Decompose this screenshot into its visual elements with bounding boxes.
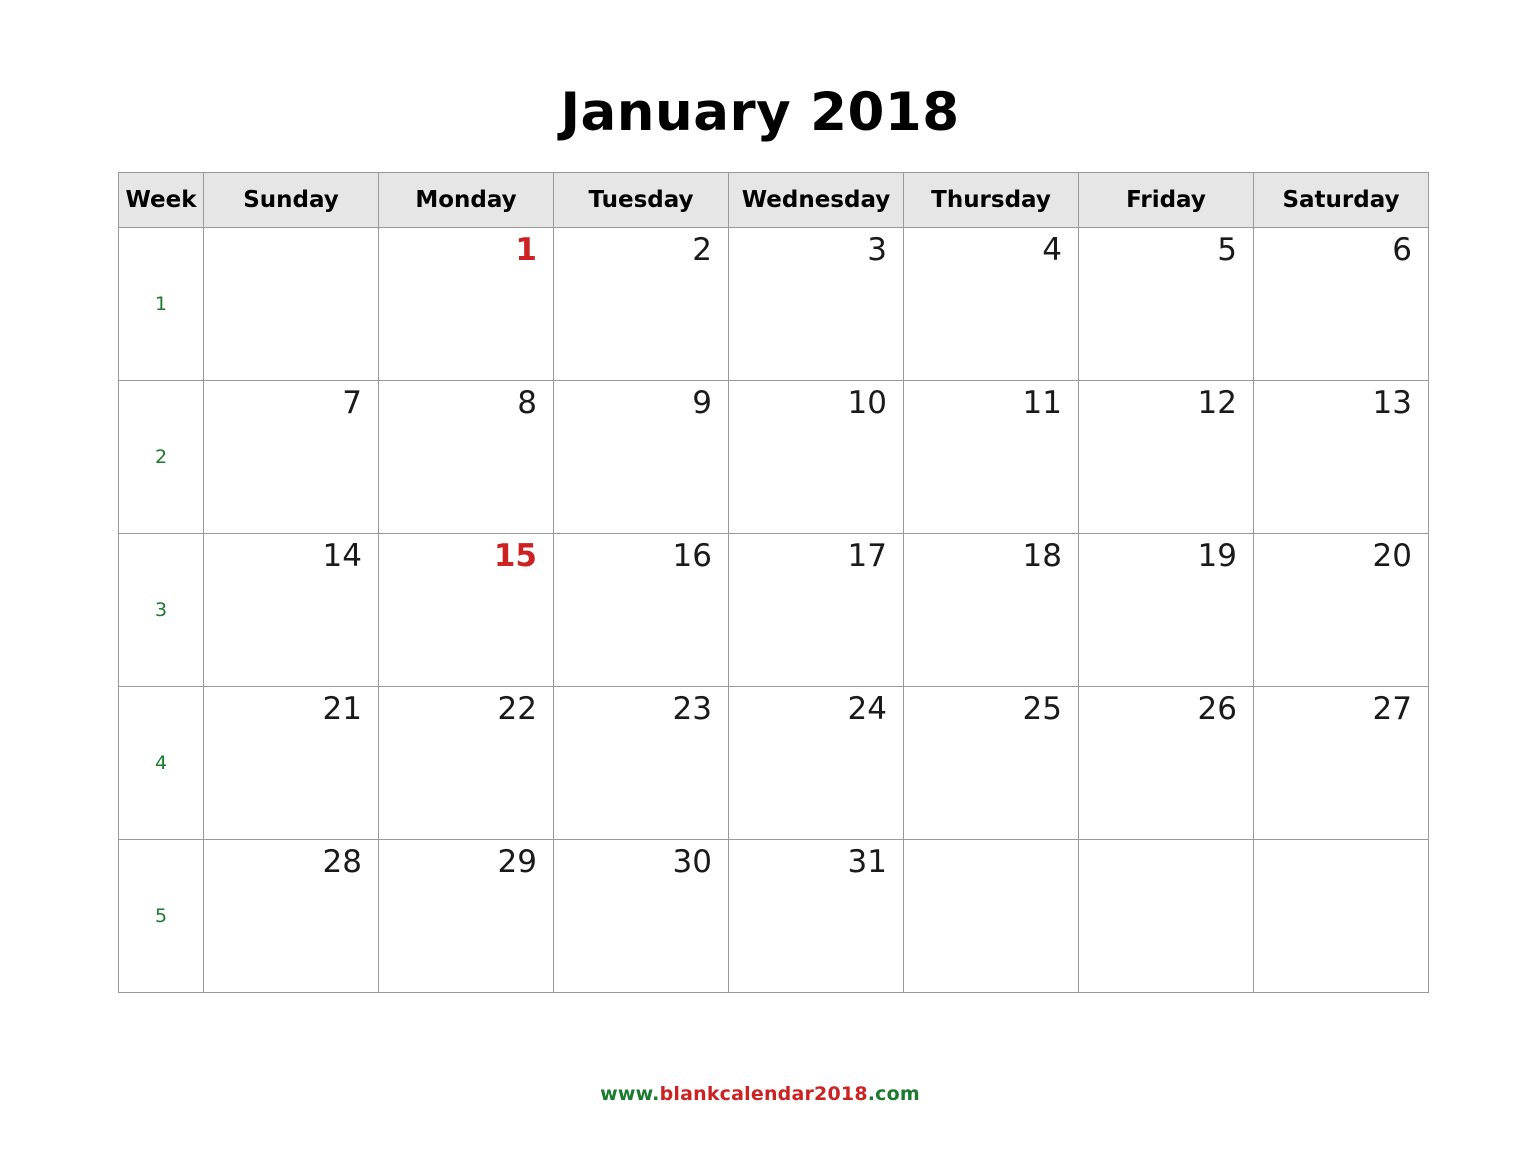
day-cell[interactable]: 27 (1253, 686, 1429, 840)
day-number: 25 (1022, 691, 1062, 727)
day-number: 3 (867, 232, 887, 268)
day-number: 14 (322, 538, 362, 574)
column-header-wednesday: Wednesday (728, 172, 904, 228)
week-number-cell: 1 (118, 227, 204, 381)
day-number: 13 (1372, 385, 1412, 421)
day-cell-empty[interactable] (1253, 839, 1429, 993)
day-number: 31 (847, 844, 887, 880)
day-number: 23 (672, 691, 712, 727)
day-number: 7 (342, 385, 362, 421)
week-number-cell: 5 (118, 839, 204, 993)
day-cell[interactable]: 30 (553, 839, 729, 993)
day-number: 30 (672, 844, 712, 880)
footer-www: www. (600, 1083, 660, 1105)
column-header-thursday: Thursday (903, 172, 1079, 228)
day-cell[interactable]: 25 (903, 686, 1079, 840)
day-cell[interactable]: 16 (553, 533, 729, 687)
calendar-page: January 2018 Week Sunday Monday Tuesday Wedn… (0, 0, 1520, 1174)
day-cell[interactable]: 21 (203, 686, 379, 840)
column-header-monday: Monday (378, 172, 554, 228)
day-number: 26 (1197, 691, 1237, 727)
day-number: 17 (847, 538, 887, 574)
day-number: 9 (692, 385, 712, 421)
page-title: January 2018 (560, 82, 960, 143)
column-header-saturday: Saturday (1253, 172, 1429, 228)
footer-website[interactable]: www.blankcalendar2018.com (0, 1083, 1520, 1105)
day-number: 28 (322, 844, 362, 880)
week-number-cell: 3 (118, 533, 204, 687)
day-number: 27 (1372, 691, 1412, 727)
day-cell[interactable]: 15 (378, 533, 554, 687)
day-cell[interactable]: 7 (203, 380, 379, 534)
footer-tld: .com (867, 1083, 920, 1105)
calendar-week-row: 3 14 15 16 17 18 19 20 (118, 533, 1429, 687)
day-number: 16 (672, 538, 712, 574)
day-number: 18 (1022, 538, 1062, 574)
day-cell[interactable]: 9 (553, 380, 729, 534)
day-number: 20 (1372, 538, 1412, 574)
day-number: 6 (1392, 232, 1412, 268)
day-cell[interactable]: 29 (378, 839, 554, 993)
day-cell[interactable]: 28 (203, 839, 379, 993)
week-number-cell: 4 (118, 686, 204, 840)
day-number: 12 (1197, 385, 1237, 421)
day-cell-empty[interactable] (1078, 839, 1254, 993)
column-header-sunday: Sunday (203, 172, 379, 228)
calendar-body: 1 1 2 3 4 5 6 2 7 8 9 10 11 12 13 3 14 15 16 17 18 19 20 4 21 22 2… (118, 227, 1429, 993)
day-cell[interactable]: 4 (903, 227, 1079, 381)
day-cell[interactable]: 2 (553, 227, 729, 381)
column-header-friday: Friday (1078, 172, 1254, 228)
day-cell[interactable]: 8 (378, 380, 554, 534)
day-cell[interactable]: 1 (378, 227, 554, 381)
day-number: 8 (517, 385, 537, 421)
day-cell[interactable]: 6 (1253, 227, 1429, 381)
column-header-week: Week (118, 172, 204, 228)
day-number: 19 (1197, 538, 1237, 574)
day-number (1079, 840, 1253, 846)
day-cell[interactable]: 26 (1078, 686, 1254, 840)
day-cell[interactable]: 20 (1253, 533, 1429, 687)
day-number: 5 (1217, 232, 1237, 268)
day-number: 21 (322, 691, 362, 727)
day-number: 2 (692, 232, 712, 268)
day-number: 4 (1042, 232, 1062, 268)
day-number: 15 (493, 538, 537, 574)
calendar-week-row: 2 7 8 9 10 11 12 13 (118, 380, 1429, 534)
day-number: 1 (515, 232, 537, 268)
day-cell[interactable]: 13 (1253, 380, 1429, 534)
day-number: 22 (497, 691, 537, 727)
day-cell[interactable]: 19 (1078, 533, 1254, 687)
day-cell[interactable]: 3 (728, 227, 904, 381)
calendar-header-row: Week Sunday Monday Tuesday Wednesday Thursday… (118, 172, 1429, 228)
day-cell[interactable]: 31 (728, 839, 904, 993)
calendar-week-row: 5 28 29 30 31 (118, 839, 1429, 993)
calendar-week-row: 1 1 2 3 4 5 6 (118, 227, 1429, 381)
calendar-table: Week Sunday Monday Tuesday Wednesday Thursday… (118, 172, 1429, 993)
day-cell[interactable]: 5 (1078, 227, 1254, 381)
day-number: 10 (847, 385, 887, 421)
day-number (1254, 840, 1428, 846)
day-cell-empty[interactable] (903, 839, 1079, 993)
day-number: 11 (1022, 385, 1062, 421)
footer-name: blankcalendar2018 (659, 1083, 868, 1105)
day-number (904, 840, 1078, 846)
day-cell[interactable]: 24 (728, 686, 904, 840)
day-cell[interactable]: 22 (378, 686, 554, 840)
day-cell-empty[interactable] (203, 227, 379, 381)
day-cell[interactable]: 18 (903, 533, 1079, 687)
week-number-cell: 2 (118, 380, 204, 534)
day-cell[interactable]: 12 (1078, 380, 1254, 534)
calendar-week-row: 4 21 22 23 24 25 26 27 (118, 686, 1429, 840)
day-cell[interactable]: 11 (903, 380, 1079, 534)
day-cell[interactable]: 10 (728, 380, 904, 534)
day-number: 24 (847, 691, 887, 727)
day-cell[interactable]: 17 (728, 533, 904, 687)
day-number: 29 (497, 844, 537, 880)
day-cell[interactable]: 23 (553, 686, 729, 840)
column-header-tuesday: Tuesday (553, 172, 729, 228)
day-cell[interactable]: 14 (203, 533, 379, 687)
day-number (204, 228, 378, 234)
